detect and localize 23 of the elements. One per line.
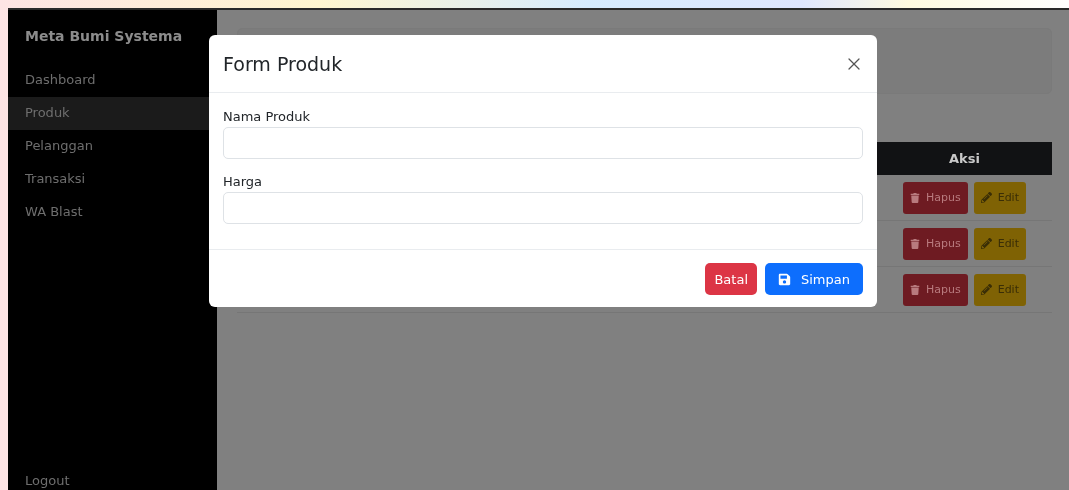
field-label: Nama Produk <box>223 108 312 126</box>
input-field[interactable] <box>223 192 863 224</box>
delete-button[interactable]: Hapus <box>903 227 968 260</box>
save-icon <box>778 272 791 286</box>
field-label: Harga <box>223 173 264 191</box>
edit-button[interactable]: Edit <box>973 181 1026 214</box>
edit-button[interactable]: Edit <box>973 227 1026 260</box>
trash-icon <box>910 192 920 203</box>
input-field[interactable] <box>223 127 863 159</box>
save-button[interactable]: Simpan <box>765 263 863 295</box>
pencil-icon <box>980 192 992 203</box>
pencil-icon <box>980 238 992 249</box>
logout-link[interactable]: Logout <box>8 473 217 490</box>
pencil-icon <box>980 284 992 295</box>
delete-button[interactable]: Hapus <box>903 181 968 214</box>
modal-title: Form Produk <box>223 52 343 75</box>
app-title: Meta Bumi Systema <box>24 28 184 46</box>
trash-icon <box>910 238 920 249</box>
trash-icon <box>910 284 920 295</box>
delete-button[interactable]: Hapus <box>903 273 968 306</box>
edit-button[interactable]: Edit <box>973 273 1026 306</box>
column-header: Aksi <box>948 150 981 168</box>
cancel-button[interactable]: Batal <box>705 263 757 295</box>
